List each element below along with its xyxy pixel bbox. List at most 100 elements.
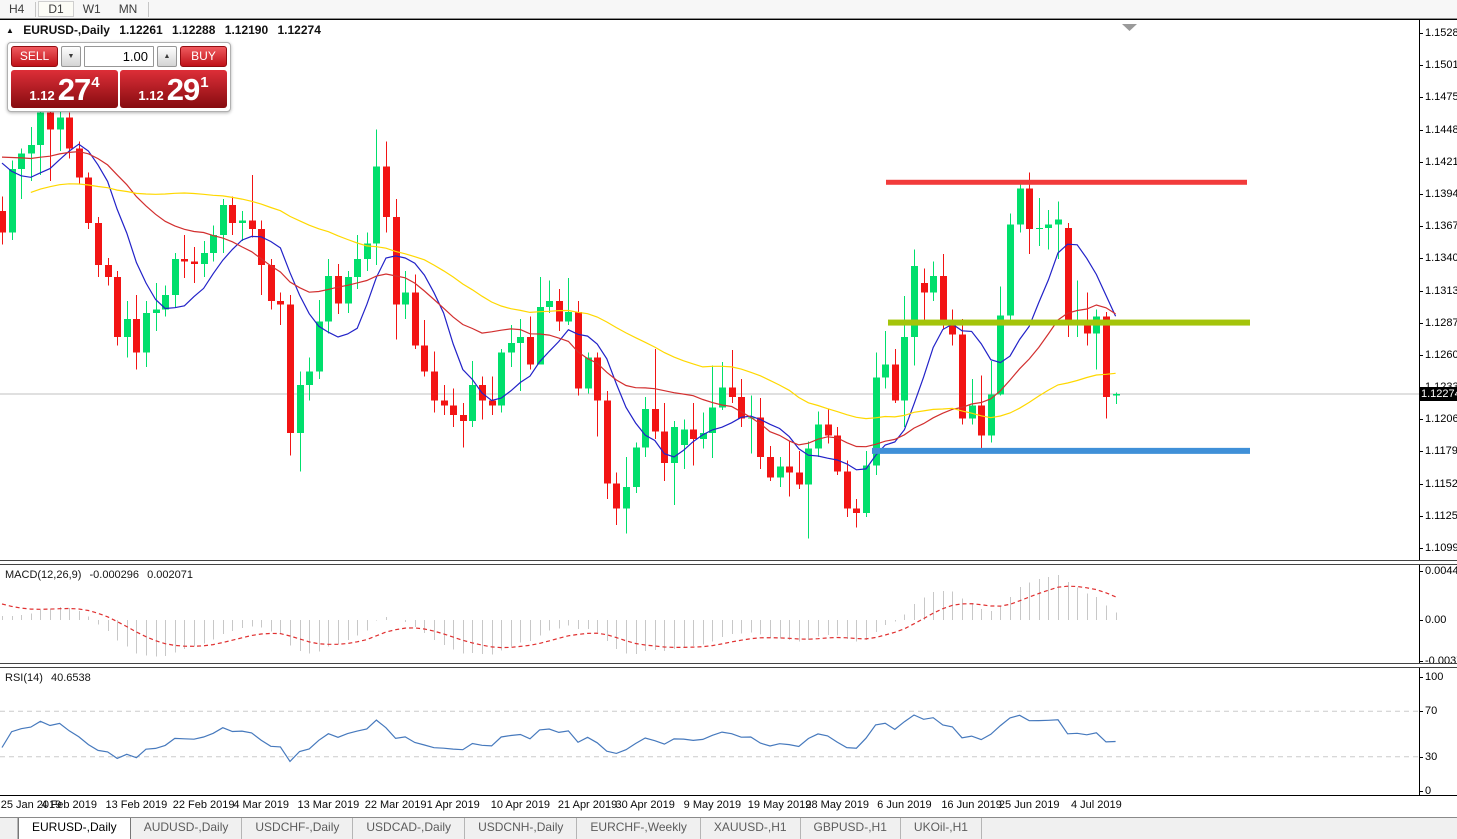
candle-body [37, 113, 44, 145]
candle-body [306, 372, 313, 385]
candle-body [604, 401, 611, 484]
chart-tab-gbpusd-h1[interactable]: GBPUSD-,H1 [801, 818, 901, 839]
candle-body [940, 276, 947, 322]
price-axis-tick: 1.13405 [1425, 252, 1457, 264]
date-axis-label: 13 Feb 2019 [99, 799, 173, 811]
rsi-label: RSI(14) 40.6538 [5, 672, 96, 684]
candle-body [681, 429, 688, 445]
macd-axis-tick: 0.00 [1425, 614, 1446, 626]
timeframe-button-h4[interactable]: H4 [0, 1, 33, 17]
panel-splitter[interactable] [0, 560, 1457, 565]
chart-tab-audusd-daily[interactable]: AUDUSD-,Daily [131, 818, 243, 839]
current-price-badge: 1.12274 [1419, 387, 1457, 401]
rsi-value: 40.6538 [51, 672, 91, 684]
candle-body [268, 265, 275, 301]
candle-body [47, 113, 54, 130]
chart-tab-usdcnh-daily[interactable]: USDCNH-,Daily [465, 818, 577, 839]
panel-splitter[interactable] [0, 663, 1457, 668]
candle-body [277, 301, 284, 305]
candle-body [1103, 317, 1110, 397]
candle-body [249, 221, 256, 229]
date-axis-label: 13 Mar 2019 [291, 799, 365, 811]
sell-price-pip: 4 [91, 74, 99, 91]
rsi-name: RSI(14) [5, 672, 43, 684]
toolbar-separator [148, 2, 149, 17]
candle-body [815, 424, 822, 448]
candle-body [124, 319, 131, 337]
collapse-panel-icon[interactable]: ▲ [6, 26, 14, 35]
sell-price-button[interactable]: 1.12 27 4 [11, 70, 118, 108]
candle-body [421, 345, 428, 371]
chevron-up-icon: ▲ [164, 53, 171, 60]
price-axis-tick: 1.12600 [1425, 349, 1457, 361]
rsi-line [2, 715, 1116, 761]
chart-tab-eurusd-daily[interactable]: EURUSD-,Daily [18, 818, 131, 839]
price-axis-tick: 1.12870 [1425, 317, 1457, 329]
buy-button[interactable]: BUY [180, 46, 227, 67]
candle-body [690, 429, 697, 439]
rsi-axis-tick: 0 [1425, 785, 1431, 797]
candle-body [191, 261, 198, 263]
candle-body [911, 266, 918, 337]
rsi-axis-tick: 30 [1425, 751, 1437, 763]
candle-body [1113, 394, 1120, 396]
chart-tab-ukoil-h1[interactable]: UKOil-,H1 [901, 818, 982, 839]
candle-body [1007, 224, 1014, 315]
candle-body [239, 221, 246, 223]
price-axis-tickmark [1420, 451, 1423, 452]
date-axis-label: 4 Mar 2019 [224, 799, 298, 811]
price-axis-tick: 1.10990 [1425, 542, 1457, 554]
candle-body [210, 235, 217, 253]
volume-increase-button[interactable]: ▲ [157, 46, 177, 67]
price-axis-tick: 1.15285 [1425, 27, 1457, 39]
high-value: 1.12288 [172, 23, 215, 37]
volume-decrease-button[interactable]: ▼ [61, 46, 81, 67]
lower-support-line[interactable] [872, 448, 1250, 454]
macd-panel[interactable] [0, 566, 1419, 663]
date-axis-label: 25 Jun 2019 [992, 799, 1066, 811]
candle-body [431, 372, 438, 401]
buy-price-pip: 1 [200, 74, 208, 91]
candle-body [354, 259, 361, 277]
timeframe-button-d1[interactable]: D1 [38, 1, 73, 17]
candle-body [201, 253, 208, 264]
timeframe-button-w1[interactable]: W1 [74, 1, 110, 17]
candle-body [777, 466, 784, 477]
date-axis[interactable]: 25 Jan 20194 Feb 201913 Feb 201922 Feb 2… [0, 796, 1457, 817]
price-axis-tick: 1.12065 [1425, 413, 1457, 425]
timeframe-button-mn[interactable]: MN [110, 1, 147, 17]
ma-medium [2, 152, 1116, 447]
candle-body [729, 387, 736, 397]
candle-body [537, 307, 544, 365]
candle-body [335, 276, 342, 304]
price-axis-border [1419, 20, 1420, 795]
chart-tab-xauusd-h1[interactable]: XAUUSD-,H1 [701, 818, 801, 839]
candle-body [652, 409, 659, 432]
candle-body [527, 337, 534, 365]
volume-input[interactable] [84, 46, 154, 67]
chart-tab-usdchf-daily[interactable]: USDCHF-,Daily [242, 818, 353, 839]
candle-body [402, 293, 409, 305]
price-axis-tickmark [1420, 97, 1423, 98]
resistance-line[interactable] [886, 180, 1247, 185]
candle-body [767, 457, 774, 477]
price-axis-tickmark [1420, 355, 1423, 356]
candle-body [834, 435, 841, 471]
price-axis-tickmark [1420, 162, 1423, 163]
buy-price-button[interactable]: 1.12 29 1 [120, 70, 227, 108]
candle-body [489, 401, 496, 406]
chart-tab-eurchf-weekly[interactable]: EURCHF-,Weekly [577, 818, 700, 839]
chart-tab-usdcad-daily[interactable]: USDCAD-,Daily [353, 818, 465, 839]
candle-body [229, 205, 236, 223]
date-axis-label: 4 Jul 2019 [1059, 799, 1133, 811]
ma-slow [31, 184, 1116, 419]
mid-support-line[interactable] [888, 320, 1250, 326]
price-axis-tick: 1.13675 [1425, 220, 1457, 232]
sell-button[interactable]: SELL [11, 46, 58, 67]
candle-body [1055, 219, 1062, 224]
price-axis-tickmark [1420, 258, 1423, 259]
macd-axis-tickmark [1420, 571, 1423, 572]
macd-axis-tick: 0.004465 [1425, 565, 1457, 577]
price-axis-tick: 1.15015 [1425, 59, 1457, 71]
rsi-panel[interactable] [0, 669, 1419, 795]
